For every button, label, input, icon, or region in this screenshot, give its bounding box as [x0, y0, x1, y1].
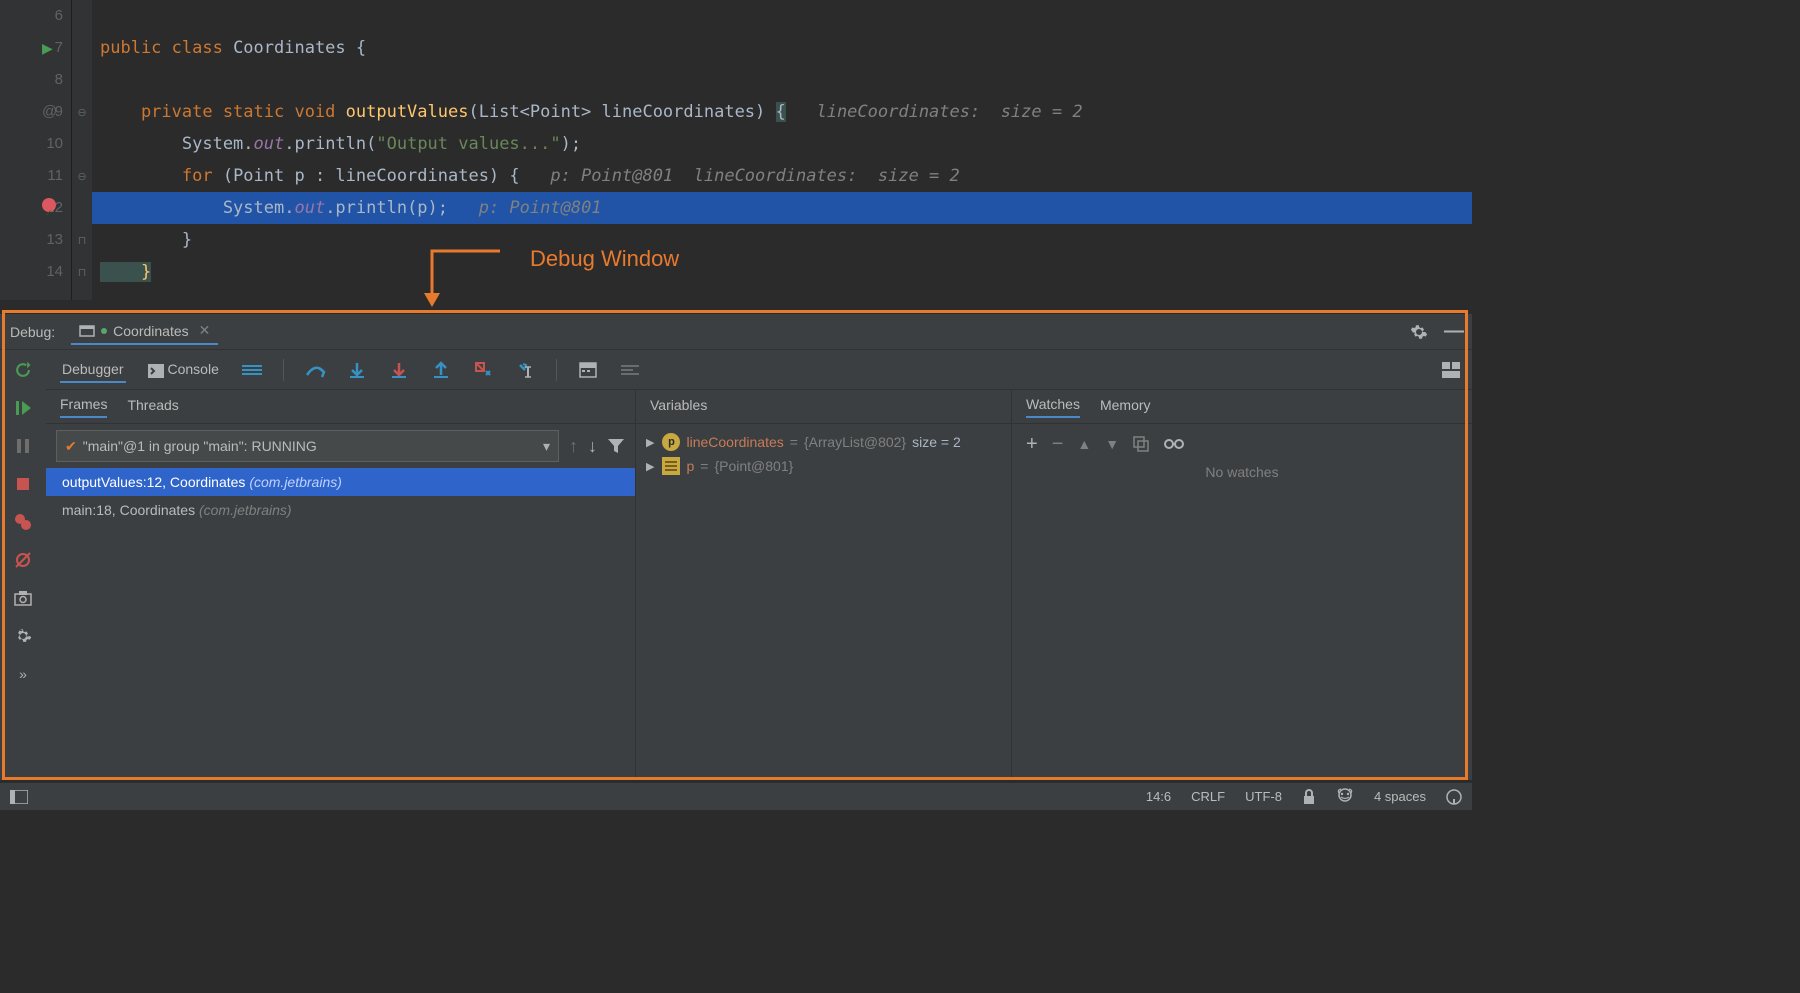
annotation-at-icon: @: [42, 96, 57, 128]
frame-item[interactable]: outputValues:12, Coordinates (com.jetbra…: [46, 468, 635, 496]
step-into-icon[interactable]: [346, 359, 368, 381]
debug-label: Debug:: [10, 324, 55, 340]
filter-icon[interactable]: [607, 438, 625, 454]
debugger-toolbar: Debugger Console: [46, 350, 1472, 390]
variable-row[interactable]: ▶ p = {Point@801}: [646, 454, 1001, 478]
variables-pane: Variables ▶ p lineCoordinates = {ArrayLi…: [636, 390, 1012, 780]
tab-console[interactable]: Console: [146, 357, 221, 381]
run-line-icon[interactable]: ▶: [42, 32, 53, 64]
close-icon[interactable]: ✕: [199, 322, 211, 339]
more-icon[interactable]: »: [13, 664, 33, 684]
frames-pane: Frames Threads ✔ "main"@1 in group "main…: [46, 390, 636, 780]
frame-up-icon[interactable]: ↑: [569, 436, 578, 457]
force-step-into-icon[interactable]: [388, 359, 410, 381]
mute-breakpoints-icon[interactable]: [13, 550, 33, 570]
evaluate-expression-icon[interactable]: [577, 359, 599, 381]
status-encoding[interactable]: UTF-8: [1245, 789, 1282, 804]
watches-empty-label: No watches: [1012, 464, 1472, 480]
parameter-badge-icon: p: [662, 433, 680, 451]
move-down-icon[interactable]: ▼: [1105, 436, 1119, 452]
tool-windows-icon[interactable]: [10, 790, 28, 804]
line-gutter: 6 7▶ 8 9@ 10 11 12 13 14: [0, 0, 72, 300]
debug-config-tab[interactable]: Coordinates ✕: [71, 318, 218, 345]
gear-icon[interactable]: [1410, 323, 1428, 341]
view-breakpoints-icon[interactable]: [13, 512, 33, 532]
trace-current-stream-icon[interactable]: [619, 359, 641, 381]
thread-dropdown[interactable]: ✔ "main"@1 in group "main": RUNNING ▾: [56, 430, 559, 462]
field-badge-icon: [662, 457, 680, 475]
resume-icon[interactable]: [13, 398, 33, 418]
variables-label: Variables: [650, 397, 707, 417]
frame-down-icon[interactable]: ↓: [588, 436, 597, 457]
application-icon: [79, 323, 95, 339]
tab-debugger[interactable]: Debugger: [60, 357, 126, 383]
add-watch-icon[interactable]: +: [1026, 433, 1038, 456]
goto-icon[interactable]: [1446, 789, 1462, 805]
status-indent[interactable]: 4 spaces: [1374, 789, 1426, 804]
tab-frames[interactable]: Frames: [60, 396, 107, 418]
drop-frame-icon[interactable]: [472, 359, 494, 381]
camera-icon[interactable]: [13, 588, 33, 608]
stop-icon[interactable]: [13, 474, 33, 494]
execution-line: System.out.println(p); p: Point@801: [92, 192, 1472, 224]
check-icon: ✔: [65, 438, 77, 455]
tab-threads[interactable]: Threads: [127, 397, 178, 417]
annotation-arrow-icon: [420, 245, 500, 315]
duplicate-icon[interactable]: [1133, 436, 1149, 452]
step-out-icon[interactable]: [430, 359, 452, 381]
breakpoint-icon[interactable]: [42, 192, 56, 224]
expand-icon[interactable]: ▶: [646, 436, 654, 449]
expand-icon[interactable]: ▶: [646, 460, 654, 473]
frame-item[interactable]: main:18, Coordinates (com.jetbrains): [46, 496, 635, 524]
pause-icon[interactable]: [13, 436, 33, 456]
chevron-down-icon: ▾: [543, 438, 550, 455]
remove-watch-icon[interactable]: −: [1052, 433, 1064, 456]
inspector-icon[interactable]: [1336, 788, 1354, 806]
tab-memory[interactable]: Memory: [1100, 397, 1151, 417]
running-indicator-icon: [101, 328, 107, 334]
step-over-icon[interactable]: [304, 359, 326, 381]
run-to-cursor-icon[interactable]: [514, 359, 536, 381]
debug-panel: Debug: Coordinates ✕ — » Debugger Consol…: [0, 314, 1472, 780]
settings-icon[interactable]: [13, 626, 33, 646]
status-line-separator[interactable]: CRLF: [1191, 789, 1225, 804]
debug-sidebar: »: [0, 350, 46, 780]
move-up-icon[interactable]: ▲: [1077, 436, 1091, 452]
status-position[interactable]: 14:6: [1146, 789, 1171, 804]
code-area[interactable]: public class Coordinates { private stati…: [92, 0, 1472, 300]
watches-pane: Watches Memory + − ▲ ▼ No watches: [1012, 390, 1472, 780]
show-execution-point-icon[interactable]: [241, 359, 263, 381]
variable-row[interactable]: ▶ p lineCoordinates = {ArrayList@802} si…: [646, 430, 1001, 454]
annotation-label: Debug Window: [530, 246, 679, 272]
rerun-icon[interactable]: [13, 360, 33, 380]
layout-icon[interactable]: [1440, 359, 1462, 381]
fold-gutter: ⊖⊖⊓⊓: [72, 0, 92, 300]
code-editor: 6 7▶ 8 9@ 10 11 12 13 14 ⊖⊖⊓⊓ public cla…: [0, 0, 1472, 300]
frames-list: outputValues:12, Coordinates (com.jetbra…: [46, 468, 635, 524]
lock-icon[interactable]: [1302, 789, 1316, 805]
status-bar: 14:6 CRLF UTF-8 4 spaces: [0, 782, 1472, 810]
tab-watches[interactable]: Watches: [1026, 396, 1080, 418]
debug-panel-header: Debug: Coordinates ✕ —: [0, 314, 1472, 350]
glasses-icon[interactable]: [1163, 438, 1185, 450]
minimize-icon[interactable]: —: [1444, 320, 1464, 343]
